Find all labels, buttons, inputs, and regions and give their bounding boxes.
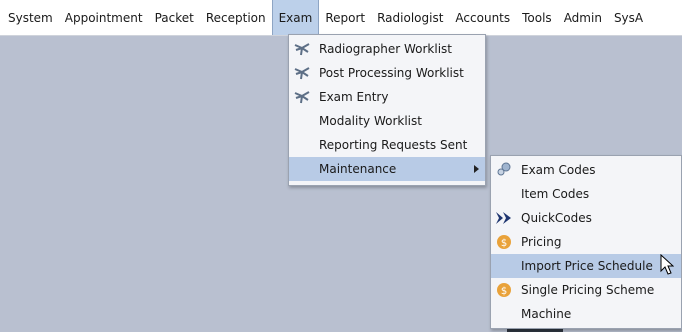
- menu-packet[interactable]: Packet: [149, 0, 200, 35]
- menu-system[interactable]: System: [0, 0, 59, 35]
- menu-item-label: Exam Entry: [319, 90, 389, 104]
- mouse-pointer-icon: [660, 253, 675, 279]
- menu-item-label: Post Processing Worklist: [319, 66, 464, 80]
- menu-item-label: Machine: [521, 307, 572, 321]
- menu-item-label: QuickCodes: [521, 211, 592, 225]
- menu-item-pricing[interactable]: $ Pricing: [491, 230, 681, 254]
- menu-sysa[interactable]: SysA: [608, 0, 649, 35]
- menu-item-quickcodes[interactable]: QuickCodes: [491, 206, 681, 230]
- menu-item-label: Maintenance: [319, 162, 397, 176]
- menu-item-label: Exam Codes: [521, 163, 596, 177]
- menu-bar: System Appointment Packet Reception Exam…: [0, 0, 682, 36]
- coin-icon: $: [493, 281, 515, 299]
- maintenance-submenu: Exam Codes Item Codes QuickCodes $ Prici…: [490, 155, 682, 329]
- menu-item-reporting-requests-sent[interactable]: Reporting Requests Sent: [289, 133, 485, 157]
- exam-dropdown-menu: Radiographer Worklist Post Processing Wo…: [288, 34, 486, 186]
- fast-forward-icon: [493, 209, 515, 227]
- menu-item-label: Import Price Schedule: [521, 259, 653, 273]
- menu-accounts[interactable]: Accounts: [449, 0, 516, 35]
- menu-item-radiographer-worklist[interactable]: Radiographer Worklist: [289, 37, 485, 61]
- menu-appointment[interactable]: Appointment: [59, 0, 149, 35]
- menu-item-import-price-schedule[interactable]: Import Price Schedule: [491, 254, 681, 278]
- menu-item-label: Single Pricing Scheme: [521, 283, 655, 297]
- menu-item-item-codes[interactable]: Item Codes: [491, 182, 681, 206]
- menu-exam[interactable]: Exam: [271, 0, 320, 35]
- worklist-icon: [291, 64, 313, 82]
- svg-text:$: $: [501, 286, 507, 297]
- coin-icon: $: [493, 233, 515, 251]
- menu-admin[interactable]: Admin: [558, 0, 608, 35]
- worklist-icon: [291, 40, 313, 58]
- worklist-icon: [291, 88, 313, 106]
- menu-item-exam-entry[interactable]: Exam Entry: [289, 85, 485, 109]
- menu-item-post-processing-worklist[interactable]: Post Processing Worklist: [289, 61, 485, 85]
- menu-item-label: Radiographer Worklist: [319, 42, 452, 56]
- svg-text:$: $: [501, 238, 507, 249]
- submenu-arrow-icon: [474, 165, 479, 173]
- menu-item-label: Pricing: [521, 235, 562, 249]
- menu-item-label: Item Codes: [521, 187, 590, 201]
- menu-report[interactable]: Report: [319, 0, 371, 35]
- menu-item-modality-worklist[interactable]: Modality Worklist: [289, 109, 485, 133]
- menu-item-exam-codes[interactable]: Exam Codes: [491, 158, 681, 182]
- menu-radiologist[interactable]: Radiologist: [371, 0, 449, 35]
- menu-item-machine[interactable]: Machine: [491, 302, 681, 326]
- menu-tools[interactable]: Tools: [516, 0, 558, 35]
- menu-item-label: Reporting Requests Sent: [319, 138, 468, 152]
- menu-item-single-pricing-scheme[interactable]: $ Single Pricing Scheme: [491, 278, 681, 302]
- codes-icon: [493, 161, 515, 179]
- menu-reception[interactable]: Reception: [200, 0, 272, 35]
- menu-item-label: Modality Worklist: [319, 114, 422, 128]
- menu-item-maintenance[interactable]: Maintenance: [289, 157, 485, 181]
